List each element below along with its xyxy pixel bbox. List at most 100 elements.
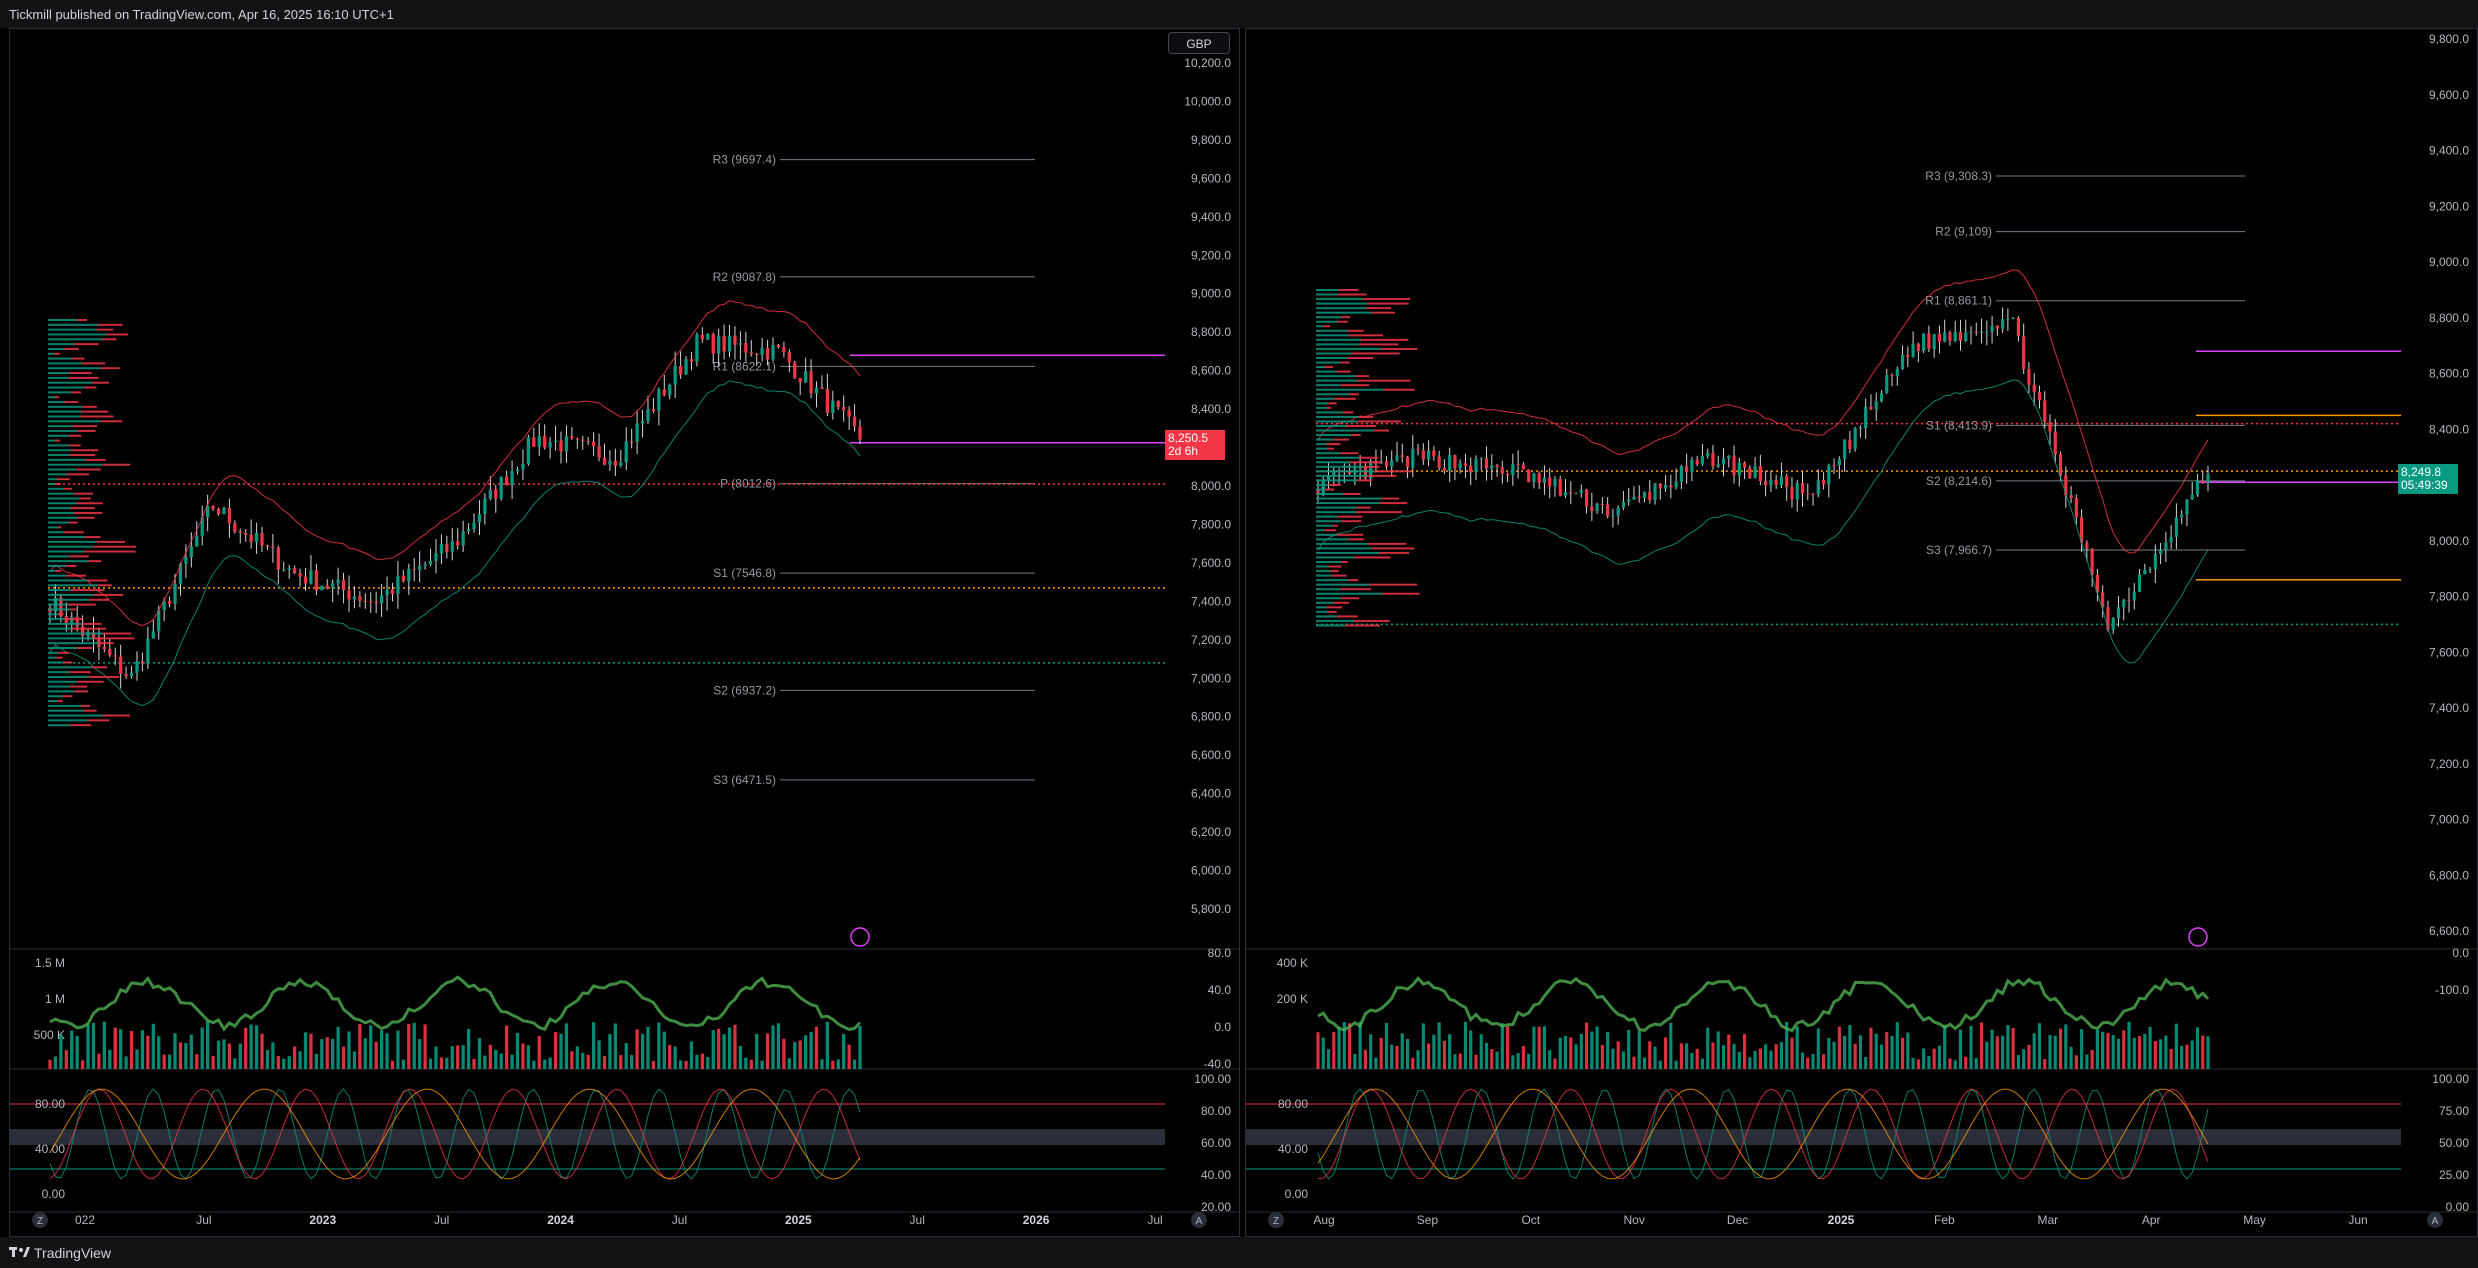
volume-profile-bar bbox=[80, 415, 114, 418]
volume-profile-bar bbox=[48, 545, 94, 548]
volume-bar bbox=[195, 1054, 199, 1069]
volume-profile-bar bbox=[65, 565, 77, 567]
time-axis-label: Jul bbox=[1147, 1213, 1162, 1227]
volume-profile-bar bbox=[93, 593, 124, 596]
volume-bar bbox=[847, 1044, 851, 1069]
candle-down bbox=[651, 409, 656, 411]
price-axis-label: 6,600.0 bbox=[2429, 924, 2469, 938]
volume-profile-bar bbox=[1316, 520, 1342, 523]
left-chart-panel[interactable]: 10,200.0 10,000.0 9,800.0 9,600.0 9,400.0 9,2… bbox=[9, 28, 1240, 1237]
pivot-label: S3 (6471.5) bbox=[713, 773, 776, 787]
volume-profile-bar bbox=[48, 381, 93, 384]
candle-down bbox=[613, 460, 617, 466]
volume-bar bbox=[570, 1051, 574, 1069]
volume-profile-bar bbox=[84, 536, 101, 539]
candle-down bbox=[2037, 392, 2042, 401]
axis-zoom-button-left-label: Z bbox=[1273, 1216, 1279, 1227]
volume-osc-axis-label: 0.0 bbox=[2452, 946, 2469, 960]
volume-bar bbox=[2064, 1024, 2068, 1069]
price-axis-label: 5,800.0 bbox=[1191, 902, 1231, 916]
pivot-label: S2 (8,214.6) bbox=[1926, 474, 1992, 488]
volume-bar bbox=[657, 1022, 661, 1069]
volume-bar bbox=[2001, 1035, 2005, 1069]
volume-profile-bar bbox=[64, 347, 80, 350]
volume-bar bbox=[1948, 1058, 1952, 1069]
volume-profile-bar bbox=[48, 714, 103, 717]
volume-profile-bar bbox=[1316, 388, 1384, 391]
volume-bar bbox=[1621, 1051, 1626, 1069]
volume-profile-bar bbox=[48, 458, 86, 461]
volume-bar bbox=[271, 1042, 275, 1069]
volume-bar bbox=[1916, 1059, 1920, 1069]
volume-profile-bar bbox=[102, 714, 130, 717]
candle-up bbox=[195, 536, 199, 547]
candle-down bbox=[1500, 467, 1504, 474]
volume-bar bbox=[167, 1054, 172, 1069]
candle-up bbox=[1395, 455, 1399, 461]
candle-down bbox=[581, 439, 585, 441]
price-axis-label: 7,800.0 bbox=[2429, 590, 2469, 604]
volume-profile-bar bbox=[1316, 610, 1329, 613]
volume-bar bbox=[1369, 1034, 1373, 1069]
candle-up bbox=[499, 476, 503, 499]
volume-profile-bar bbox=[1374, 470, 1412, 473]
volume-profile-bar bbox=[1316, 497, 1382, 500]
candle-down bbox=[1606, 504, 1610, 517]
volume-profile-bar bbox=[1316, 402, 1329, 405]
volume-bar bbox=[1400, 1033, 1404, 1069]
candle-up bbox=[814, 387, 819, 394]
candle-up bbox=[2174, 517, 2178, 537]
volume-profile-bar bbox=[48, 618, 65, 621]
volume-bar bbox=[325, 1037, 329, 1069]
volume-profile-bar bbox=[72, 357, 85, 360]
volume-bar bbox=[1390, 1044, 1394, 1069]
volume-profile-bar bbox=[68, 603, 96, 606]
candle-up bbox=[553, 440, 558, 443]
candle-up bbox=[2190, 494, 2194, 500]
stoch-axis-label: 100.00 bbox=[2432, 1072, 2469, 1086]
volume-profile-bar bbox=[1328, 402, 1337, 405]
volume-bar bbox=[630, 1055, 634, 1069]
candle-down bbox=[1400, 455, 1404, 457]
candle-up bbox=[1427, 450, 1431, 460]
candle-down bbox=[2090, 548, 2094, 575]
right-chart-canvas[interactable]: 9,800.0 9,600.0 9,400.0 9,200.0 9,000.0 8,800… bbox=[1246, 29, 2477, 1236]
volume-bar bbox=[499, 1053, 503, 1069]
volume-bar bbox=[1616, 1041, 1620, 1069]
currency-button[interactable]: GBP bbox=[1168, 32, 1230, 54]
volume-profile-bar bbox=[55, 396, 60, 399]
bollinger-band bbox=[49, 380, 861, 707]
volume-bar bbox=[2006, 1025, 2010, 1069]
volume-bar bbox=[706, 1056, 710, 1069]
volume-profile-bar bbox=[48, 531, 65, 534]
pivot-label: S1 (8,413.9) bbox=[1926, 418, 1992, 432]
candle-down bbox=[1916, 343, 1920, 352]
volume-bar bbox=[814, 1026, 819, 1069]
volume-bar bbox=[526, 1045, 531, 1069]
volume-bar bbox=[1758, 1048, 1762, 1069]
candle-up bbox=[510, 471, 514, 486]
volume-bar bbox=[1632, 1056, 1636, 1069]
candle-down bbox=[543, 435, 547, 448]
right-chart-panel[interactable]: 9,800.0 9,600.0 9,400.0 9,200.0 9,000.0 8,800… bbox=[1245, 28, 2478, 1237]
left-chart-canvas[interactable]: 10,200.0 10,000.0 9,800.0 9,600.0 9,400.0 9,2… bbox=[10, 29, 1239, 1236]
candle-up bbox=[2180, 514, 2184, 518]
volume-profile-bar bbox=[1340, 384, 1370, 387]
candle-up bbox=[526, 437, 531, 464]
volume-bar bbox=[2180, 1046, 2184, 1069]
volume-bar bbox=[385, 1033, 389, 1069]
candle-down bbox=[227, 508, 232, 524]
volume-bar bbox=[390, 1060, 395, 1069]
candle-up bbox=[635, 423, 639, 442]
time-axis-label: 2025 bbox=[785, 1213, 812, 1227]
volume-profile-bar bbox=[1336, 533, 1364, 536]
price-axis-label: 7,200.0 bbox=[2429, 757, 2469, 771]
volume-profile-bar bbox=[69, 555, 89, 558]
volume-profile-bar bbox=[48, 338, 103, 341]
volume-profile-bar bbox=[48, 709, 84, 712]
pivot-label: R1 (8622.1) bbox=[713, 359, 776, 373]
candle-up bbox=[1653, 483, 1657, 500]
price-axis-label: 9,000.0 bbox=[1191, 287, 1231, 301]
volume-profile-bar bbox=[1354, 619, 1390, 622]
volume-profile-bar bbox=[1326, 606, 1342, 609]
